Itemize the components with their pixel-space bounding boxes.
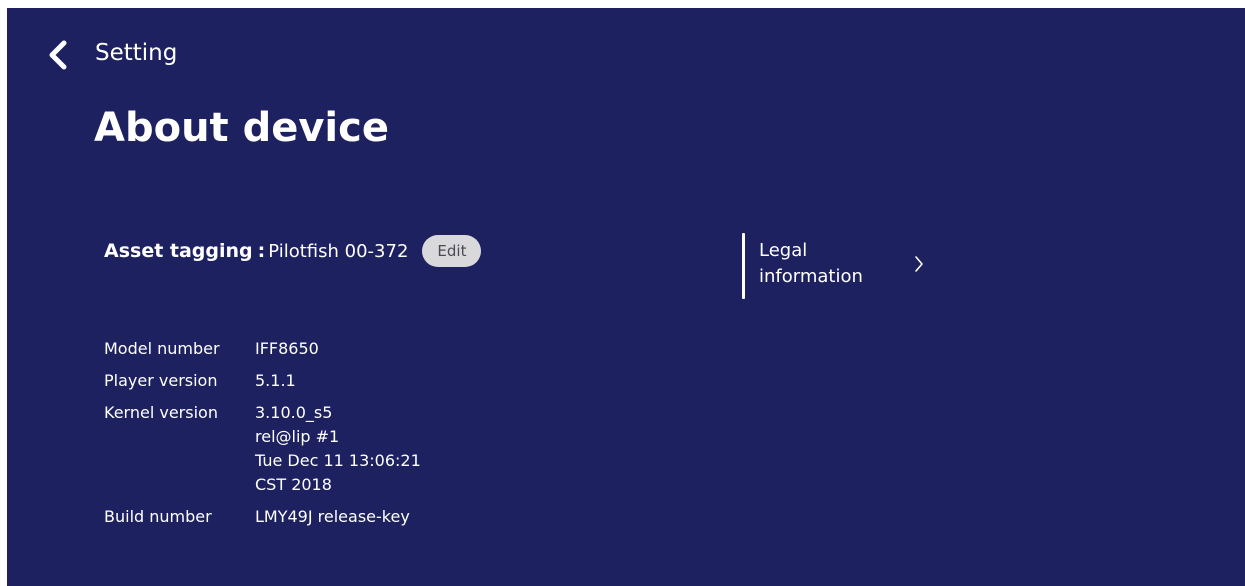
asset-tagging-row: Asset tagging : Pilotfish 00-372 Edit (104, 234, 482, 268)
info-label: Kernel version (104, 403, 218, 422)
info-value: IFF8650 (255, 337, 319, 361)
info-value: 3.10.0_s5 rel@lip #1 Tue Dec 11 13:06:21… (255, 401, 421, 497)
legal-information-link[interactable]: Legal information (759, 238, 939, 294)
settings-screen: Setting About device Asset tagging : Pil… (7, 8, 1245, 586)
info-label: Player version (104, 371, 218, 390)
info-value-line: rel@lip #1 (255, 427, 340, 446)
chevron-right-icon (915, 256, 923, 272)
info-row-model-number: Model number IFF8650 (104, 337, 421, 361)
nav-title: Setting (95, 40, 178, 66)
asset-tagging-value: Pilotfish 00-372 (268, 240, 409, 262)
asset-tagging-label: Asset tagging (104, 240, 253, 262)
device-info-list: Model number IFF8650 Player version 5.1.… (104, 337, 421, 537)
info-label: Build number (104, 507, 212, 526)
info-row-player-version: Player version 5.1.1 (104, 369, 421, 393)
info-value: 5.1.1 (255, 369, 296, 393)
info-value-line: Tue Dec 11 13:06:21 (255, 451, 421, 470)
legal-information-label: Legal information (759, 240, 863, 287)
info-label: Model number (104, 339, 220, 358)
info-row-kernel-version: Kernel version 3.10.0_s5 rel@lip #1 Tue … (104, 401, 421, 497)
info-value-line: IFF8650 (255, 339, 319, 358)
page-title: About device (94, 105, 389, 151)
chevron-left-icon (49, 40, 67, 70)
info-value-line: 5.1.1 (255, 371, 296, 390)
back-button[interactable] (41, 38, 75, 72)
info-value-line: CST 2018 (255, 475, 332, 494)
info-value-line: LMY49J release-key (255, 507, 410, 526)
info-value-line: 3.10.0_s5 (255, 403, 333, 422)
edit-button[interactable]: Edit (422, 235, 482, 267)
info-value: LMY49J release-key (255, 505, 410, 529)
info-row-build-number: Build number LMY49J release-key (104, 505, 421, 529)
section-divider (742, 233, 745, 299)
asset-tagging-separator: : (257, 240, 266, 262)
